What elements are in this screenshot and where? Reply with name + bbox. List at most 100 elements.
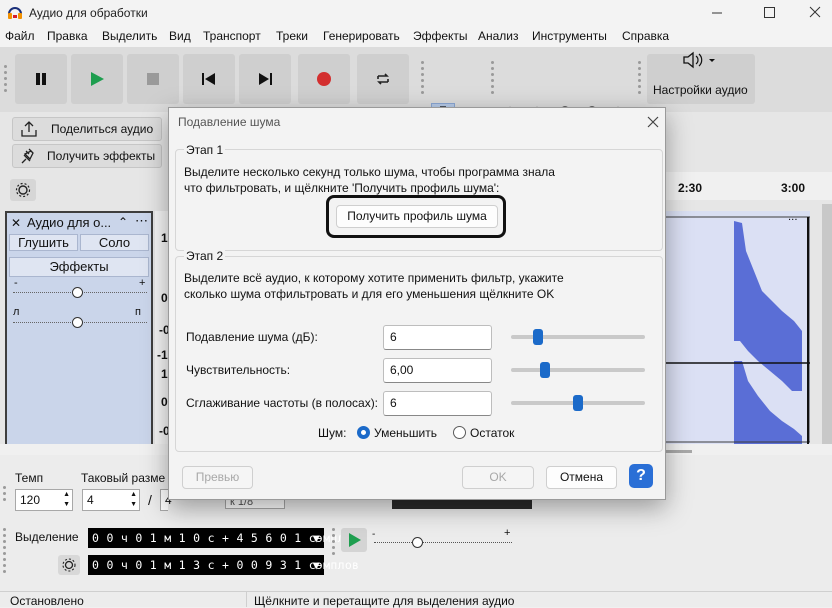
menu-help[interactable]: Справка bbox=[622, 29, 669, 43]
status-divider bbox=[246, 591, 247, 607]
menu-edit[interactable]: Правка bbox=[47, 29, 88, 43]
track-collapse-icon[interactable]: ⌃ bbox=[118, 215, 128, 229]
upload-icon bbox=[19, 120, 39, 138]
toolbar-grip[interactable] bbox=[3, 62, 9, 95]
sensitivity-slider-track[interactable] bbox=[511, 368, 645, 372]
sensitivity-slider-thumb[interactable] bbox=[539, 362, 550, 378]
waveform-graphic: ··· bbox=[662, 211, 810, 444]
timeline-ruler[interactable]: 2:30 3:00 bbox=[666, 172, 832, 200]
get-noise-profile-button[interactable]: Получить профиль шума bbox=[336, 205, 498, 228]
menu-file[interactable]: Файл bbox=[5, 29, 35, 43]
noise-reduction-input[interactable]: 6 bbox=[383, 325, 492, 350]
menu-effects[interactable]: Эффекты bbox=[413, 29, 468, 43]
time-sig-grip[interactable] bbox=[2, 483, 8, 504]
edit-grip[interactable] bbox=[490, 58, 496, 97]
share-audio-button[interactable]: Поделиться аудио bbox=[12, 117, 162, 141]
tempo-stepper-icon[interactable]: ▲ ▼ bbox=[63, 490, 70, 510]
menu-analyze[interactable]: Анализ bbox=[478, 29, 519, 43]
track-close-icon[interactable]: ✕ bbox=[11, 216, 21, 230]
speed-minus-label: - bbox=[372, 529, 376, 540]
skip-end-button[interactable] bbox=[239, 54, 291, 104]
step2-group bbox=[175, 256, 663, 452]
track-settings-gear-icon[interactable] bbox=[10, 179, 36, 201]
track-control-panel: ✕ Аудио для о... ⌃ ⋯ Глушить Соло Эффект… bbox=[5, 211, 153, 444]
ok-button[interactable]: OK bbox=[462, 466, 534, 489]
time-sig-separator: / bbox=[148, 492, 152, 508]
time-sig-num-value: 4 bbox=[87, 493, 94, 507]
sensitivity-input[interactable]: 6,00 bbox=[383, 358, 492, 383]
numerator-stepper-icon[interactable]: ▲ ▼ bbox=[130, 490, 137, 510]
play-button[interactable] bbox=[71, 54, 123, 104]
residue-radio[interactable] bbox=[453, 426, 466, 439]
audio-grip[interactable] bbox=[637, 58, 643, 97]
horizontal-scrollbar[interactable] bbox=[666, 450, 692, 453]
frequency-smoothing-slider-thumb[interactable] bbox=[573, 395, 583, 411]
cancel-button[interactable]: Отмена bbox=[546, 466, 617, 489]
menu-view[interactable]: Вид bbox=[169, 29, 191, 43]
track-menu-icon[interactable]: ⋯ bbox=[135, 213, 148, 229]
help-icon[interactable]: ? bbox=[629, 464, 653, 488]
pan-slider-thumb[interactable] bbox=[72, 317, 83, 328]
title-bar: Аудио для обработки bbox=[0, 0, 832, 26]
dialog-close-icon[interactable] bbox=[644, 113, 662, 131]
play-at-speed-button[interactable] bbox=[341, 528, 367, 552]
amplitude-label: 0 bbox=[161, 291, 168, 305]
noise-label: Шум: bbox=[318, 426, 347, 440]
vertical-scrollbar[interactable] bbox=[822, 204, 832, 444]
reduce-radio[interactable] bbox=[357, 426, 370, 439]
selection-start-time[interactable]: 0 0 ч 0 1 м 1 0 с + 4 5 6 0 1 сэмплов ▼ bbox=[88, 528, 359, 548]
noise-reduction-slider-thumb[interactable] bbox=[532, 329, 543, 345]
chevron-down-icon[interactable]: ▼ bbox=[313, 555, 320, 575]
gain-minus-label: - bbox=[14, 277, 18, 289]
chevron-down-icon[interactable]: ▼ bbox=[313, 528, 320, 548]
waveform-area[interactable]: ··· bbox=[662, 211, 810, 444]
play-at-speed-grip[interactable] bbox=[331, 525, 337, 558]
selection-grip[interactable] bbox=[2, 525, 8, 576]
amplitude-label: 0 bbox=[161, 395, 168, 409]
menu-transport[interactable]: Транспорт bbox=[203, 29, 261, 43]
loop-button[interactable] bbox=[357, 54, 409, 104]
menu-generate[interactable]: Генерировать bbox=[323, 29, 400, 43]
pan-right-label: п bbox=[135, 306, 141, 318]
tools-grip[interactable] bbox=[420, 58, 426, 97]
audio-setup-button[interactable]: Настройки аудио bbox=[647, 51, 755, 104]
minimize-icon[interactable] bbox=[705, 3, 729, 23]
selection-end-time[interactable]: 0 0 ч 0 1 м 1 3 с + 0 0 9 3 1 сэмплов ▼ bbox=[88, 555, 359, 575]
close-icon[interactable] bbox=[803, 3, 827, 23]
gain-slider-thumb[interactable] bbox=[72, 287, 83, 298]
svg-text:···: ··· bbox=[788, 215, 798, 226]
stop-button[interactable] bbox=[127, 54, 179, 104]
menu-select[interactable]: Выделить bbox=[102, 29, 157, 43]
time-sig-denominator[interactable]: 4 bbox=[160, 489, 172, 511]
menu-bar: Файл Правка Выделить Вид Транспорт Треки… bbox=[0, 26, 832, 48]
snap-to-select[interactable]: к 1/8 bbox=[225, 499, 285, 509]
status-bar: Остановлено Щёлкните и перетащите для вы… bbox=[0, 591, 832, 608]
pause-button[interactable] bbox=[15, 54, 67, 104]
time-sig-numerator[interactable]: 4 ▲ ▼ bbox=[82, 489, 140, 511]
time-display bbox=[392, 499, 532, 509]
snap-value: к 1/8 bbox=[230, 499, 254, 508]
maximize-icon[interactable] bbox=[757, 3, 781, 23]
sensitivity-label: Чувствительность: bbox=[186, 363, 291, 377]
ruler-tick-label: 2:30 bbox=[678, 181, 703, 195]
speed-slider-thumb[interactable] bbox=[412, 537, 423, 548]
menu-tracks[interactable]: Треки bbox=[276, 29, 308, 43]
pan-left-label: л bbox=[13, 306, 20, 318]
noise-reduction-slider-track[interactable] bbox=[511, 335, 645, 339]
frequency-smoothing-input[interactable]: 6 bbox=[383, 391, 492, 416]
skip-start-button[interactable] bbox=[183, 54, 235, 104]
tempo-input[interactable]: 120 ▲ ▼ bbox=[15, 489, 73, 511]
track-name[interactable]: Аудио для о... bbox=[27, 215, 111, 230]
menu-tools[interactable]: Инструменты bbox=[532, 29, 607, 43]
preview-button[interactable]: Превью bbox=[182, 466, 253, 489]
record-button[interactable] bbox=[298, 54, 350, 104]
app-logo-icon bbox=[7, 5, 23, 21]
solo-button[interactable]: Соло bbox=[80, 234, 149, 251]
reduce-label[interactable]: Уменьшить bbox=[374, 426, 437, 440]
step1-title: Этап 1 bbox=[184, 143, 226, 157]
effects-button[interactable]: Эффекты bbox=[9, 257, 149, 277]
residue-label[interactable]: Остаток bbox=[470, 426, 514, 440]
selection-settings-gear-icon[interactable] bbox=[58, 555, 80, 575]
get-effects-button[interactable]: Получить эффекты bbox=[12, 144, 162, 168]
mute-button[interactable]: Глушить bbox=[9, 234, 78, 251]
